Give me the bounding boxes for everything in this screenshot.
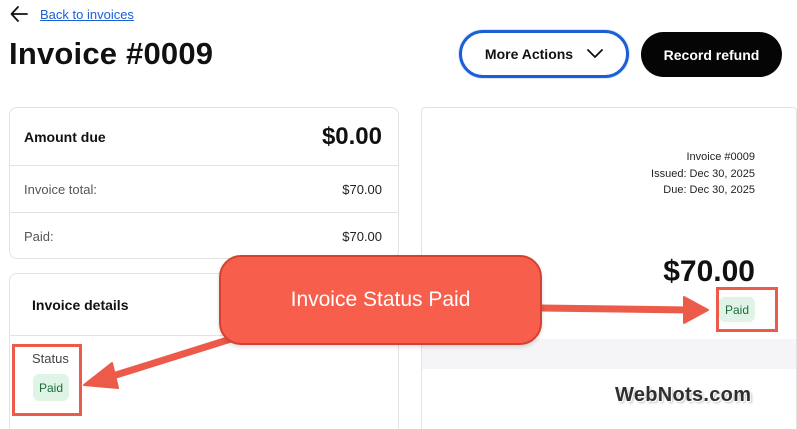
invoice-total-row: Invoice total: $70.00 <box>10 166 398 213</box>
callout-label: Invoice Status Paid <box>219 255 542 345</box>
invoice-total-value: $70.00 <box>342 181 382 197</box>
amount-due-value: $0.00 <box>321 122 382 150</box>
back-to-invoices-link[interactable]: Back to invoices <box>40 7 134 22</box>
preview-due-date: Due: Dec 30, 2025 <box>663 184 755 196</box>
preview-amount: $70.00 <box>663 255 755 288</box>
more-actions-label: More Actions <box>484 46 574 62</box>
more-actions-button[interactable]: More Actions <box>459 30 629 78</box>
record-refund-button[interactable]: Record refund <box>641 32 782 77</box>
invoice-total-label: Invoice total: <box>24 181 97 197</box>
paid-value: $70.00 <box>342 229 382 244</box>
top-nav: Back to invoices <box>10 3 134 25</box>
amount-due-row: Amount due $0.00 <box>10 108 398 166</box>
chevron-down-icon <box>587 49 603 58</box>
invoice-meta: Invoice #0009 Issued: Dec 30, 2025 Due: … <box>651 149 755 199</box>
amount-summary-card: Amount due $0.00 Invoice total: $70.00 P… <box>9 107 399 259</box>
arrow-left-icon[interactable] <box>10 5 28 23</box>
paid-row: Paid: $70.00 <box>10 213 398 260</box>
status-highlight-box <box>12 344 82 416</box>
watermark-text: WebNots.com <box>615 384 752 406</box>
amount-due-label: Amount due <box>24 128 106 145</box>
paid-label: Paid: <box>24 229 54 244</box>
preview-issued-date: Issued: Dec 30, 2025 <box>651 167 755 180</box>
preview-status-highlight-box <box>716 287 778 332</box>
preview-invoice-number: Invoice #0009 <box>686 151 756 163</box>
page-title: Invoice #0009 <box>9 36 214 71</box>
